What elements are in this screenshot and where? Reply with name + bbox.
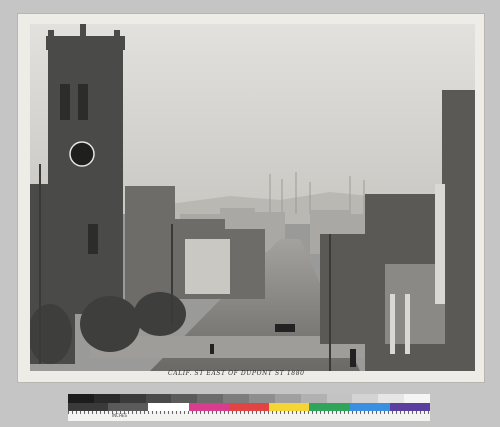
- color-patch-5: [228, 403, 270, 411]
- color-patch-4: [188, 403, 229, 411]
- color-calibration-target: INCHES: [68, 394, 431, 427]
- street-scene: [30, 24, 475, 371]
- historic-street-photo: [30, 24, 475, 371]
- church-clock: [69, 141, 95, 167]
- gray-patch-4: [145, 394, 172, 403]
- gray-patch-14: [404, 394, 431, 403]
- color-patch-3: [148, 403, 189, 411]
- color-patch-8: [349, 403, 390, 411]
- gray-patch-13: [378, 394, 405, 403]
- gray-patch-12: [352, 394, 379, 403]
- color-patch-7: [309, 403, 350, 411]
- color-patch-1: [68, 403, 109, 411]
- gray-patch-11: [326, 394, 353, 403]
- grayscale-strip: [68, 394, 431, 403]
- gray-patch-6: [197, 394, 224, 403]
- color-patch-6: [269, 403, 310, 411]
- color-patch-2: [108, 403, 149, 411]
- photo-caption: CALIF. ST EAST OF DUPONT ST 1880: [168, 370, 305, 377]
- gray-patch-10: [300, 394, 327, 403]
- gray-patch-9: [274, 394, 301, 403]
- color-patch-9: [389, 403, 430, 411]
- gray-patch-3: [119, 394, 146, 403]
- gray-patch-8: [249, 394, 275, 403]
- gray-patch-2: [93, 394, 120, 403]
- color-strip: [68, 403, 430, 411]
- gray-patch-5: [171, 394, 198, 403]
- gray-patch-7: [223, 394, 250, 403]
- gray-patch-1: [68, 394, 94, 403]
- measurement-ruler: INCHES: [68, 411, 430, 421]
